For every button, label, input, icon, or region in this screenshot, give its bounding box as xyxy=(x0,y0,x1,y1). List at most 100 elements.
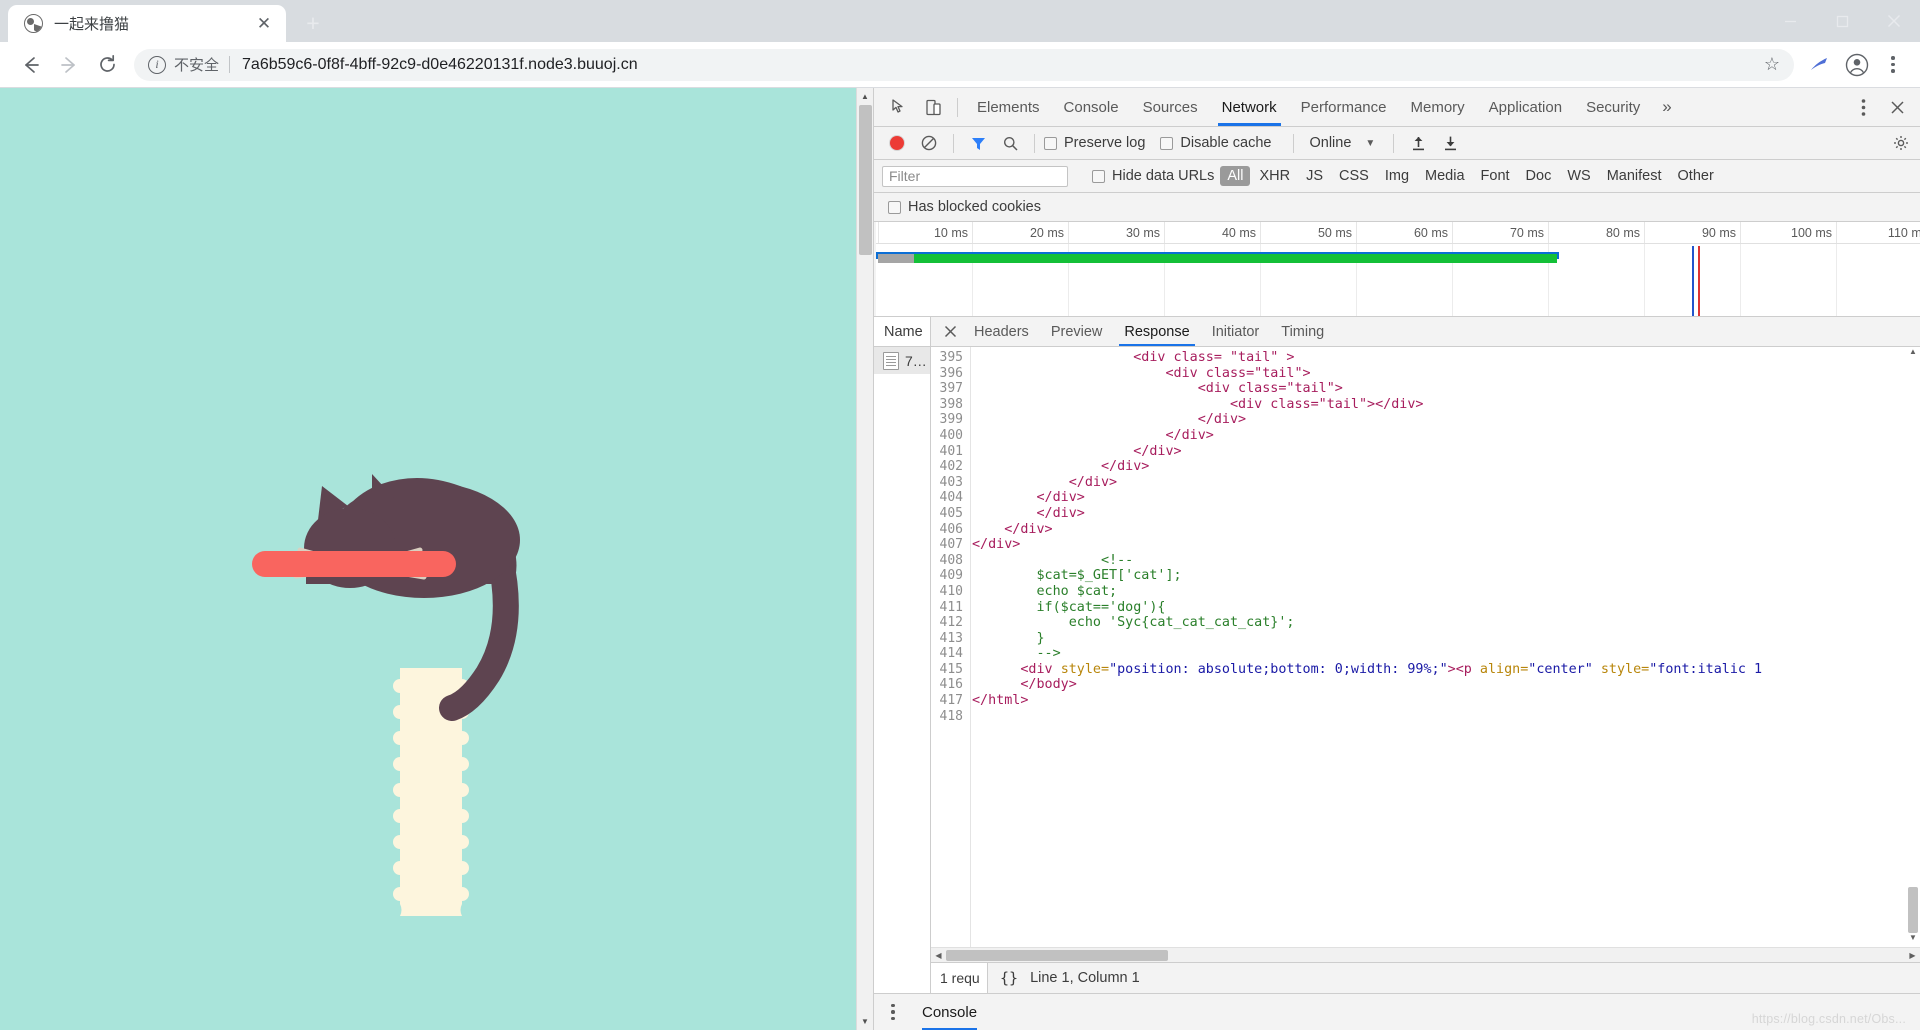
code-line[interactable]: </div> xyxy=(971,459,1920,475)
code-line[interactable]: </body> xyxy=(971,677,1920,693)
name-column-header[interactable]: Name xyxy=(874,317,930,347)
filter-type-img[interactable]: Img xyxy=(1378,166,1416,186)
code-line[interactable]: $cat=$_GET['cat']; xyxy=(971,568,1920,584)
tab-application[interactable]: Application xyxy=(1477,88,1574,126)
address-bar[interactable]: i 不安全 7a6b59c6-0f8f-4bff-92c9-d0e4622013… xyxy=(134,49,1794,81)
drawer-tab-console[interactable]: Console xyxy=(912,994,987,1030)
close-icon[interactable] xyxy=(1880,92,1914,122)
code-line[interactable]: <!-- xyxy=(971,553,1920,569)
code-line[interactable]: </div> xyxy=(971,522,1920,538)
tab-performance[interactable]: Performance xyxy=(1289,88,1399,126)
tab-sources[interactable]: Sources xyxy=(1131,88,1210,126)
tab-security[interactable]: Security xyxy=(1574,88,1652,126)
maximize-button[interactable] xyxy=(1816,0,1868,42)
network-overview[interactable]: 10 ms 20 ms 30 ms 40 ms 50 ms 60 ms 70 m… xyxy=(874,222,1920,317)
devtools-menu-icon[interactable] xyxy=(1846,92,1880,122)
preserve-log-checkbox[interactable]: Preserve log xyxy=(1044,135,1158,151)
filter-type-ws[interactable]: WS xyxy=(1560,166,1597,186)
scroll-thumb[interactable] xyxy=(946,950,1168,961)
close-window-button[interactable] xyxy=(1868,0,1920,42)
avatar[interactable] xyxy=(1840,48,1874,82)
checkbox-box[interactable] xyxy=(888,201,901,214)
info-icon[interactable]: i xyxy=(148,56,166,74)
code-line[interactable]: --> xyxy=(971,646,1920,662)
bookmark-star-icon[interactable]: ☆ xyxy=(1764,54,1780,75)
has-blocked-cookies-checkbox[interactable]: Has blocked cookies xyxy=(888,199,1054,215)
code-line[interactable]: <div class="tail"> xyxy=(971,366,1920,382)
page-scrollbar[interactable]: ▲ ▼ xyxy=(856,88,873,1030)
filter-type-media[interactable]: Media xyxy=(1418,166,1472,186)
more-tabs-icon[interactable]: » xyxy=(1652,97,1681,117)
device-toolbar-icon[interactable] xyxy=(916,92,950,122)
tab-preview[interactable]: Preview xyxy=(1040,317,1114,346)
hide-data-urls-checkbox[interactable]: Hide data URLs xyxy=(1092,168,1220,184)
filter-icon[interactable] xyxy=(963,129,993,157)
code-line[interactable]: <div style="position: absolute;bottom: 0… xyxy=(971,662,1920,678)
code-vertical-scrollbar[interactable]: ▲ ▼ xyxy=(1906,347,1920,947)
filter-type-manifest[interactable]: Manifest xyxy=(1600,166,1669,186)
code-line[interactable]: </div> xyxy=(971,475,1920,491)
filter-type-other[interactable]: Other xyxy=(1671,166,1721,186)
tab-elements[interactable]: Elements xyxy=(965,88,1052,126)
network-settings-gear-icon[interactable] xyxy=(1886,129,1916,157)
code-line[interactable]: </html> xyxy=(971,693,1920,709)
record-icon[interactable] xyxy=(882,129,912,157)
close-icon[interactable] xyxy=(937,325,963,338)
tab-headers[interactable]: Headers xyxy=(963,317,1040,346)
filter-type-doc[interactable]: Doc xyxy=(1519,166,1559,186)
tab-network[interactable]: Network xyxy=(1210,88,1289,126)
scroll-right-arrow[interactable]: ▶ xyxy=(1905,951,1920,960)
scroll-thumb[interactable] xyxy=(1908,887,1918,933)
browser-menu-button[interactable] xyxy=(1878,48,1908,82)
code-line[interactable]: if($cat=='dog'){ xyxy=(971,600,1920,616)
new-tab-button[interactable]: + xyxy=(296,6,330,40)
code-horizontal-scrollbar[interactable]: ◀ ▶ xyxy=(931,947,1920,962)
checkbox-box[interactable] xyxy=(1092,170,1105,183)
disable-cache-checkbox[interactable]: Disable cache xyxy=(1160,135,1284,151)
scroll-down-arrow[interactable]: ▼ xyxy=(857,1013,873,1030)
filter-input[interactable]: Filter xyxy=(882,166,1068,187)
code-line[interactable]: <div class="tail"> xyxy=(971,381,1920,397)
checkbox-box[interactable] xyxy=(1160,137,1173,150)
filter-type-all[interactable]: All xyxy=(1220,166,1250,186)
export-har-icon[interactable] xyxy=(1435,129,1465,157)
code-line[interactable]: } xyxy=(971,631,1920,647)
back-button[interactable] xyxy=(12,46,50,84)
drawer-menu-icon[interactable] xyxy=(874,1004,912,1021)
response-source-view[interactable]: 3953963973983994004014024034044054064074… xyxy=(931,347,1920,962)
inspect-icon[interactable] xyxy=(882,92,916,122)
code-line[interactable]: </div> xyxy=(971,490,1920,506)
code-line[interactable]: <div class= "tail" > xyxy=(971,350,1920,366)
filter-type-xhr[interactable]: XHR xyxy=(1252,166,1297,186)
browser-tab[interactable]: 一起来撸猫 ✕ xyxy=(8,5,286,42)
tab-response[interactable]: Response xyxy=(1113,317,1200,346)
checkbox-box[interactable] xyxy=(1044,137,1057,150)
code-line[interactable]: </div> xyxy=(971,444,1920,460)
extension-icon[interactable] xyxy=(1802,48,1836,82)
code-line[interactable]: echo 'Syc{cat_cat_cat_cat}'; xyxy=(971,615,1920,631)
filter-type-css[interactable]: CSS xyxy=(1332,166,1376,186)
throttle-select[interactable]: Online xyxy=(1309,135,1351,151)
code-line[interactable]: echo $cat; xyxy=(971,584,1920,600)
chevron-down-icon[interactable]: ▼ xyxy=(1365,138,1375,149)
close-icon[interactable]: ✕ xyxy=(252,12,276,36)
reload-button[interactable] xyxy=(88,46,126,84)
import-har-icon[interactable] xyxy=(1403,129,1433,157)
scroll-up-arrow[interactable]: ▲ xyxy=(857,88,873,105)
pretty-print-icon[interactable]: {} xyxy=(988,969,1030,987)
code-line[interactable]: </div> xyxy=(971,412,1920,428)
scroll-up-arrow[interactable]: ▲ xyxy=(1906,347,1920,361)
tab-console[interactable]: Console xyxy=(1052,88,1131,126)
code-line[interactable]: </div> xyxy=(971,537,1920,553)
code-line[interactable]: <div class="tail"></div> xyxy=(971,397,1920,413)
table-row[interactable]: 7… xyxy=(874,347,930,374)
search-icon[interactable] xyxy=(995,129,1025,157)
scroll-track[interactable] xyxy=(946,948,1905,963)
forward-button[interactable] xyxy=(50,46,88,84)
scroll-left-arrow[interactable]: ◀ xyxy=(931,951,946,960)
tab-memory[interactable]: Memory xyxy=(1399,88,1477,126)
scroll-thumb[interactable] xyxy=(859,105,872,255)
overview-timeline[interactable]: 10 ms 20 ms 30 ms 40 ms 50 ms 60 ms 70 m… xyxy=(876,222,1920,316)
tab-initiator[interactable]: Initiator xyxy=(1201,317,1271,346)
code-line[interactable]: </div> xyxy=(971,428,1920,444)
